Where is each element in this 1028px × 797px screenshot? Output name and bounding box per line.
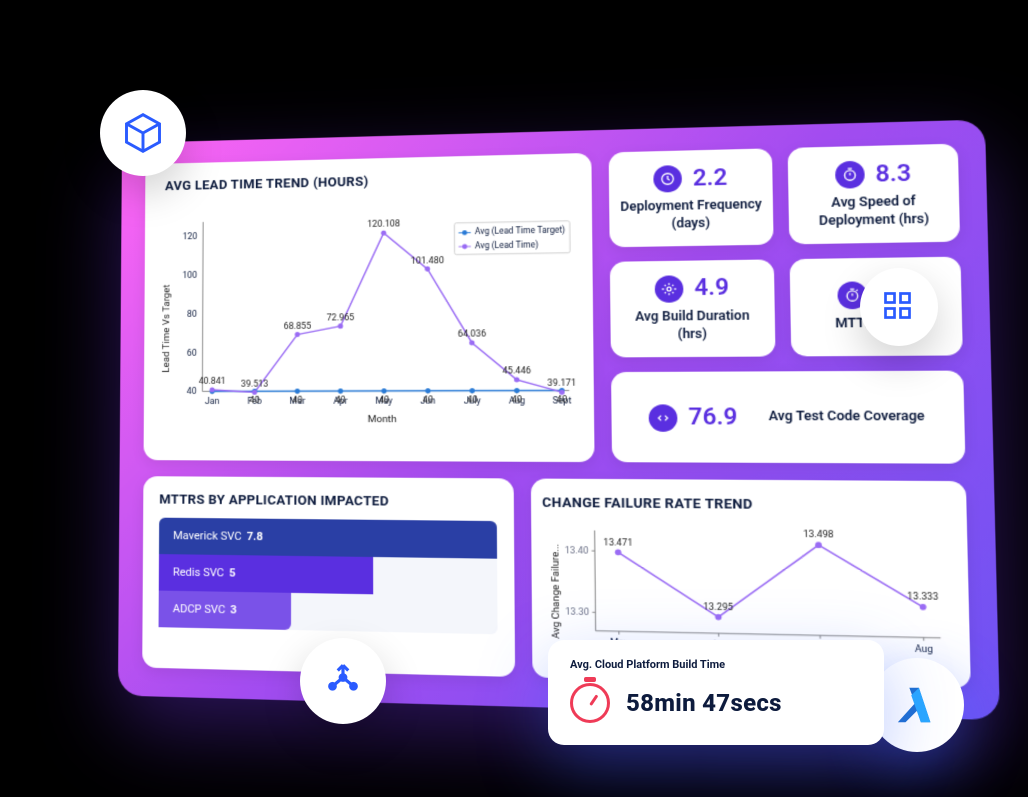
kpi-build-duration: 4.9 Avg Build Duration (hrs) — [610, 259, 776, 357]
svg-text:40: 40 — [250, 396, 260, 406]
kpi-value: 2.2 — [693, 165, 728, 192]
mttrs-bar: Redis SVC 5 — [159, 554, 373, 594]
svg-text:40: 40 — [467, 395, 478, 405]
routing-icon — [300, 638, 386, 724]
lead-x-axis-label: Month — [368, 413, 397, 424]
stopwatch-icon — [834, 161, 864, 189]
svg-text:13.295: 13.295 — [703, 601, 733, 612]
kpi-label: Avg Build Duration (hrs) — [621, 308, 765, 345]
kpi-label: Avg Test Code Coverage — [769, 408, 925, 426]
build-time-value: 58min 47secs — [626, 689, 782, 717]
mttrs-bars: Maverick SVC 7.8 Redis SVC 5 ADCP SVC 3 — [159, 517, 498, 634]
cfr-title: CHANGE FAILURE RATE TREND — [542, 495, 955, 514]
svg-text:40: 40 — [512, 395, 523, 405]
svg-text:72.965: 72.965 — [327, 313, 355, 324]
svg-text:120: 120 — [183, 232, 198, 242]
cfr-y-axis-label: Avg Change Failure... — [550, 543, 563, 638]
kpi-value: 4.9 — [694, 275, 729, 302]
devops-dashboard: AVG LEAD TIME TREND (HOURS) 40 60 80 100… — [118, 120, 1000, 720]
svg-text:40: 40 — [292, 396, 302, 406]
stopwatch-icon — [570, 683, 610, 723]
kpi-label: Avg Speed of Deployment (hrs) — [800, 193, 948, 232]
kpi-deployment-speed: 8.3 Avg Speed of Deployment (hrs) — [788, 144, 960, 245]
svg-text:101.480: 101.480 — [411, 256, 444, 267]
svg-text:39.513: 39.513 — [241, 379, 268, 389]
cloud-build-time-card: Avg. Cloud Platform Build Time 58min 47s… — [548, 640, 884, 745]
svg-text:40: 40 — [423, 396, 434, 406]
svg-text:100: 100 — [182, 271, 197, 281]
svg-text:40: 40 — [557, 395, 568, 406]
svg-text:40.841: 40.841 — [199, 377, 226, 387]
mttrs-bar: Maverick SVC 7.8 — [159, 517, 497, 558]
kpi-deployment-frequency: 2.2 Deployment Frequency (days) — [608, 148, 774, 247]
svg-text:60: 60 — [187, 348, 197, 358]
lead-time-title: AVG LEAD TIME TREND (HOURS) — [153, 169, 583, 194]
svg-text:80: 80 — [187, 310, 197, 320]
svg-text:120.108: 120.108 — [367, 220, 400, 231]
lead-legend: Avg (Lead Time Target) Avg (Lead Time) — [454, 221, 570, 255]
svg-text:13.333: 13.333 — [907, 591, 939, 603]
svg-text:64.036: 64.036 — [458, 329, 487, 340]
svg-text:Jan: Jan — [205, 397, 220, 407]
gear-icon — [655, 275, 684, 302]
svg-text:13.40: 13.40 — [565, 546, 589, 557]
svg-text:39.171: 39.171 — [547, 379, 576, 390]
svg-text:40: 40 — [379, 396, 389, 406]
kpi-value: 76.9 — [688, 404, 737, 431]
kpi-value: 8.3 — [875, 160, 911, 187]
azure-icon — [870, 658, 964, 752]
grid-icon — [860, 268, 938, 346]
clock-icon — [653, 165, 682, 193]
svg-text:68.855: 68.855 — [284, 321, 312, 331]
cube-icon — [100, 90, 186, 176]
svg-text:40: 40 — [187, 387, 197, 397]
svg-text:13.498: 13.498 — [803, 529, 834, 540]
svg-text:Aug: Aug — [915, 644, 933, 655]
mttrs-title: MTTRS BY APPLICATION IMPACTED — [159, 492, 497, 510]
svg-text:13.30: 13.30 — [565, 607, 589, 618]
svg-text:13.471: 13.471 — [604, 537, 633, 548]
mttrs-bar: ADCP SVC 3 — [159, 590, 292, 629]
kpi-test-coverage: 76.9 Avg Test Code Coverage — [611, 370, 966, 463]
lead-time-chart-card: AVG LEAD TIME TREND (HOURS) 40 60 80 100… — [144, 153, 595, 462]
kpi-label: Deployment Frequency (days) — [620, 197, 763, 235]
build-time-label: Avg. Cloud Platform Build Time — [570, 658, 862, 671]
lead-y-axis-label: Lead Time Vs Target — [161, 285, 173, 373]
code-icon — [649, 404, 678, 431]
lead-time-chart: 40 60 80 100 120 Lead Time Vs Target Jan… — [152, 191, 586, 430]
svg-text:45.446: 45.446 — [502, 366, 531, 377]
svg-text:40: 40 — [335, 396, 345, 406]
